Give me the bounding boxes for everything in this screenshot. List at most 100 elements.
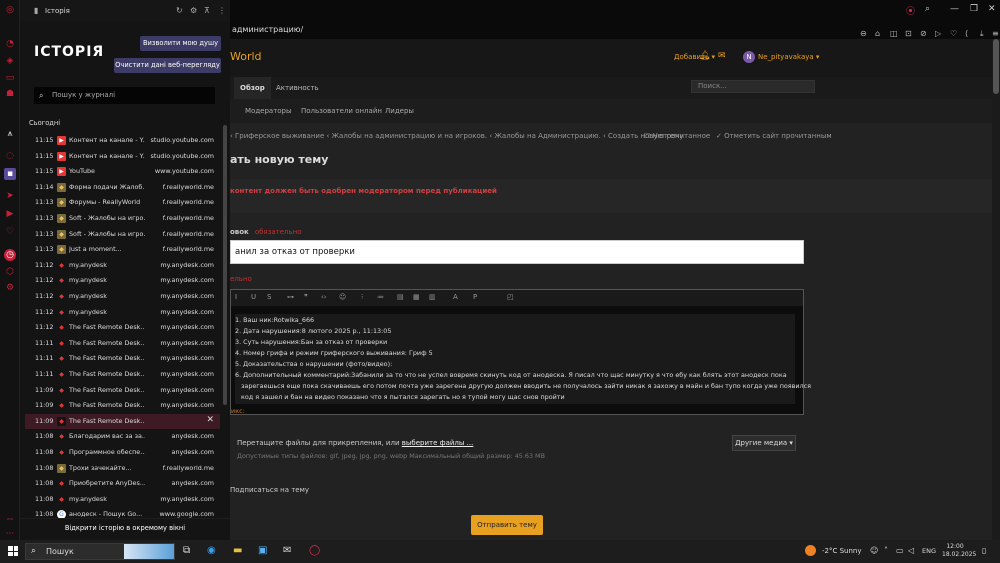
title-input[interactable]: анил за отказ от проверки [230, 240, 804, 264]
history-item[interactable]: 11:15 ▶ Контент на канале - Y... studio.you… [25, 149, 220, 164]
store-icon[interactable]: ▣ [258, 545, 267, 556]
history-item[interactable]: 11:14 ◆ Форма подачи Жалоб... f.reallyworld… [25, 180, 220, 195]
windows-start-icon[interactable] [8, 546, 18, 556]
quote-icon[interactable]: ❞ [304, 293, 308, 301]
notifications-icon[interactable]: ▯ [982, 546, 986, 555]
align-left-icon[interactable]: ▤ [397, 293, 404, 301]
tray-chevron-icon[interactable]: ˄ [884, 546, 888, 555]
history-item[interactable]: 11:12 ◆ my.anydesk my.anydesk.com [25, 305, 220, 320]
italic-icon[interactable]: I [235, 293, 237, 301]
telegram-icon[interactable]: ➤ [4, 190, 16, 202]
taskbar-search-input[interactable]: ⌕ Пошук [25, 543, 175, 560]
weather-text[interactable]: -2°C Sunny [822, 547, 862, 555]
open-history-window-link[interactable]: Відкрити історію в окремому вікні [20, 524, 230, 532]
history-item[interactable]: 11:15 ▶ Контент на канале - Y... studio.you… [25, 133, 220, 148]
history-item[interactable]: 11:08 ◆ Приобретите AnyDes... anydesk.com [25, 476, 220, 491]
unread-link[interactable]: ☐ Непрочитанное [644, 132, 710, 140]
font-size-icon[interactable]: A [453, 293, 458, 301]
align-center-icon[interactable]: ▦ [413, 293, 420, 301]
history-item[interactable]: 11:08 ◆ Трохи зачекайте... f.reallyworld.me [25, 461, 220, 476]
opera-logo-icon[interactable]: ◎ [4, 4, 16, 16]
bookmark-icon[interactable]: ⩚ [4, 128, 16, 140]
history-item[interactable]: 11:12 ◆ my.anydesk my.anydesk.com [25, 273, 220, 288]
other-media-button[interactable]: Другие медиа ▾ [732, 435, 796, 451]
subnav-moderators[interactable]: Модераторы [245, 99, 292, 123]
task-view-icon[interactable]: ⧉ [183, 545, 190, 556]
list-bullet-icon[interactable]: ⁝ [361, 293, 363, 301]
history-icon[interactable]: ◷ [4, 249, 16, 261]
submit-button[interactable]: Отправить тему [471, 515, 543, 535]
link-icon[interactable]: ⊶ [287, 293, 294, 301]
align-right-icon[interactable]: ▥ [429, 293, 436, 301]
discord-icon[interactable]: ☗ [4, 88, 16, 100]
emoji-icon[interactable]: ☺ [339, 293, 346, 301]
history-item[interactable]: 11:12 ◆ my.anydesk my.anydesk.com [25, 258, 220, 273]
history-item[interactable]: 11:09 ◆ The Fast Remote Desk... my.anydesk.… [25, 398, 220, 413]
play-icon[interactable]: ▶ [4, 208, 16, 220]
opera-taskbar-icon[interactable]: ◯ [309, 545, 320, 556]
extensions-icon[interactable]: ⬡ [4, 266, 16, 278]
search-tabs-icon[interactable]: ⌕ [925, 4, 930, 14]
heart-icon[interactable]: ♡ [4, 226, 16, 238]
forum-search-input[interactable]: Поиск... [691, 80, 815, 93]
message-editor[interactable]: I U S ⊶ ❞ ‹› ☺ ⁝ ≔ ▤ ▦ ▥ A P ◰ 1. Ваш ни… [230, 289, 811, 415]
close-icon[interactable]: ✕ [988, 4, 996, 14]
history-item[interactable]: 11:13 ◆ Soft - Жалобы на игро... f.reallywo… [25, 227, 220, 242]
history-item[interactable]: 11:12 ◆ The Fast Remote Desk... my.anydesk.… [25, 320, 220, 335]
history-item[interactable]: 11:09 ◆ The Fast Remote Desk... my.anydesk.… [25, 383, 220, 398]
weather-icon[interactable] [805, 545, 816, 556]
history-search-input[interactable]: ⌕ Пошук у журналі [34, 87, 215, 104]
file-explorer-icon[interactable]: ▬ [233, 545, 242, 556]
tab-overview[interactable]: Обзор [234, 77, 271, 99]
player-icon[interactable]: ▭ [4, 72, 16, 84]
history-item[interactable]: 11:11 ◆ The Fast Remote Desk... my.anydesk.… [25, 367, 220, 382]
settings-icon[interactable]: ⚙ [190, 6, 197, 15]
underline-icon[interactable]: U [251, 293, 256, 301]
breadcrumb[interactable]: ‹ Гриферское выживание ‹ Жалобы на админ… [230, 132, 684, 140]
vpn-icon[interactable]: ⦿ [906, 4, 915, 17]
history-item[interactable]: 11:13 ◆ Форумы - ReallyWorld f.reallyworld.… [25, 195, 220, 210]
page-scrollbar[interactable] [992, 39, 1000, 540]
clear-browsing-data-button[interactable]: Очистити дані веб-перегляду [114, 58, 221, 73]
editor-content[interactable]: 1. Ваш ник:Rotwika_666 2. Дата нарушения… [235, 314, 811, 404]
paragraph-icon[interactable]: P [473, 293, 477, 301]
history-item[interactable]: 11:12 ◆ my.anydesk my.anydesk.com [25, 289, 220, 304]
speed-dial-icon[interactable]: ◔ [4, 38, 16, 50]
mark-read-link[interactable]: ✓ Отметить сайт прочитанным [716, 132, 832, 140]
bell-icon[interactable]: 🔔︎ [699, 51, 710, 61]
subnav-online[interactable]: Пользователи онлайн [301, 99, 382, 123]
code-icon[interactable]: ‹› [321, 293, 327, 301]
subnav-leaders[interactable]: Лидеры [385, 99, 414, 123]
aria-icon[interactable]: ◈ [4, 55, 16, 67]
network-icon[interactable]: ▭ [896, 546, 904, 555]
ellipsis-icon[interactable]: ··· [4, 528, 16, 540]
username-menu[interactable]: Ne_pityavakaya ▾ [758, 53, 819, 61]
history-item[interactable]: 11:08 ◆ Благодарим вас за за... anydesk.com [25, 429, 220, 444]
address-bar[interactable]: администрацию/ ⊖ ⌂ ◫ ⊡ ⊘ ▷ ♡ ⟨ ⤓ ≡ [230, 20, 1000, 39]
clock[interactable]: 12:00 18.02.2025 [942, 543, 976, 559]
avatar[interactable]: N [743, 51, 755, 63]
settings-icon[interactable]: ⚙ [4, 282, 16, 294]
history-item[interactable]: 11:13 ◆ Just a moment... f.reallyworld.me [25, 242, 220, 257]
history-item[interactable]: 11:09 ◆ The Fast Remote Desk... ✕ [25, 413, 220, 429]
minimize-icon[interactable]: — [950, 4, 959, 14]
clear-my-soul-button[interactable]: Визволити мою душу [140, 36, 221, 51]
language-indicator[interactable]: ENG [922, 547, 936, 555]
history-item[interactable]: 11:11 ◆ The Fast Remote Desk... my.anydesk.… [25, 351, 220, 366]
history-item[interactable]: 11:08 ◆ my.anydesk my.anydesk.com [25, 492, 220, 507]
history-scrollbar[interactable] [223, 125, 227, 405]
remove-item-close-icon[interactable]: ✕ [206, 415, 214, 425]
history-item[interactable]: 11:15 ▶ YouTube www.youtube.com [25, 164, 220, 179]
list-number-icon[interactable]: ≔ [377, 293, 384, 301]
site-logo[interactable]: World [230, 50, 262, 63]
edge-icon[interactable]: ◉ [207, 545, 216, 556]
volume-icon[interactable]: ◁ [908, 546, 914, 555]
mail-icon[interactable]: ✉ [718, 51, 726, 61]
preview-icon[interactable]: ◰ [507, 293, 514, 301]
maximize-icon[interactable]: ❐ [970, 4, 978, 14]
more-icon[interactable]: ᵐᵒ [4, 514, 16, 526]
history-item[interactable]: 11:08 ◆ Программное обеспе... anydesk.com [25, 445, 220, 460]
pin-icon[interactable]: ⊼ [204, 6, 210, 15]
history-item[interactable]: 11:11 ◆ The Fast Remote Desk... my.anydesk.… [25, 336, 220, 351]
workspace-icon[interactable]: ▪ [4, 168, 16, 180]
